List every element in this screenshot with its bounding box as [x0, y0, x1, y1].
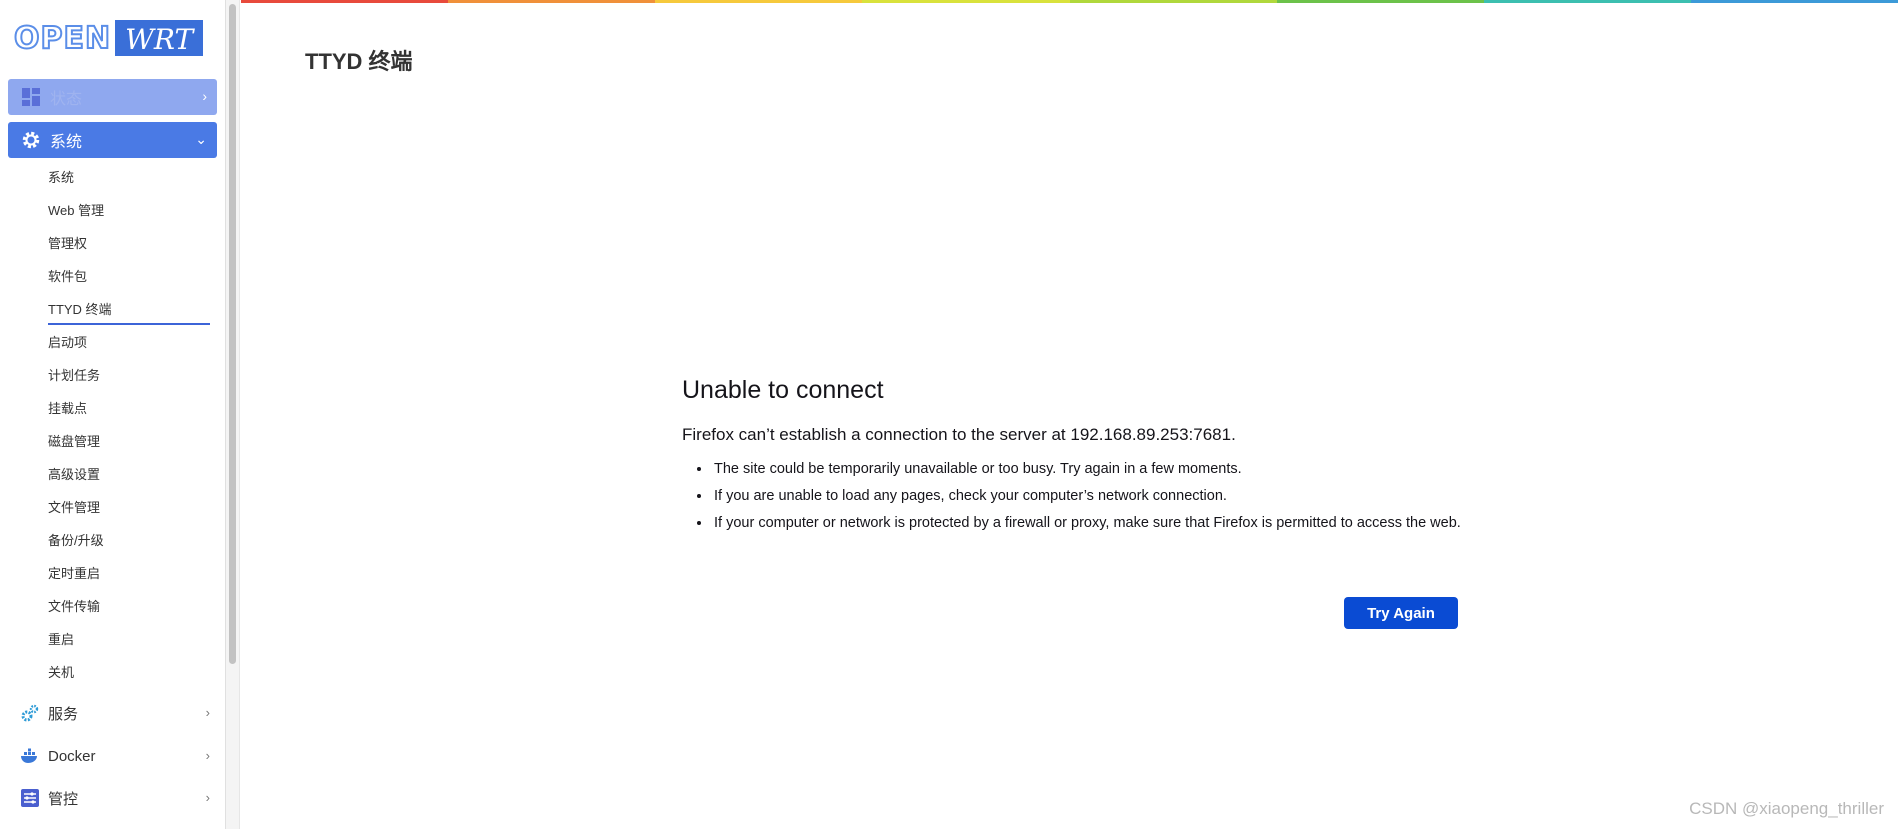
- rainbow-segment: [1069, 0, 1277, 3]
- subnav-item-system[interactable]: 系统: [48, 166, 210, 199]
- openwrt-logo[interactable]: OPEN WRT: [13, 20, 204, 57]
- subnav-item-scheduled-reboot[interactable]: 定时重启: [48, 562, 210, 595]
- gear-icon: [20, 129, 42, 151]
- subnav-item-disk-management[interactable]: 磁盘管理: [48, 430, 210, 463]
- scrollbar-thumb[interactable]: [229, 4, 236, 664]
- subnav-item-backup-upgrade[interactable]: 备份/升级: [48, 529, 210, 562]
- rainbow-segment: [241, 0, 449, 3]
- error-title: Unable to connect: [682, 376, 884, 404]
- error-suggestion-item: The site could be temporarily unavailabl…: [712, 460, 1462, 479]
- nav-system[interactable]: 系统 ⌄: [8, 122, 217, 158]
- chevron-right-icon: ›: [205, 790, 210, 805]
- nav-system-label: 系统: [50, 134, 83, 151]
- error-suggestion-item: If your computer or network is protected…: [712, 514, 1462, 533]
- nav-services-label: 服务: [48, 705, 79, 723]
- subnav-item-scheduled-tasks[interactable]: 计划任务: [48, 364, 210, 397]
- nav-control[interactable]: 管控 ›: [20, 783, 210, 813]
- subnav-item-admin-rights[interactable]: 管理权: [48, 232, 210, 265]
- page-title: TTYD 终端: [305, 49, 413, 74]
- try-again-button[interactable]: Try Again: [1344, 597, 1458, 629]
- chevron-right-icon: ›: [202, 88, 207, 104]
- services-gears-icon: [20, 703, 40, 723]
- nav-docker-label: Docker: [48, 747, 96, 765]
- subnav-item-mount-points[interactable]: 挂载点: [48, 397, 210, 430]
- chevron-right-icon: ›: [205, 748, 210, 763]
- subnav-item-web-admin[interactable]: Web 管理: [48, 199, 210, 232]
- subnav-item-shutdown[interactable]: 关机: [48, 661, 210, 694]
- nav-status-label: 状态: [50, 91, 83, 108]
- system-subnav: 系统 Web 管理 管理权 软件包 TTYD 终端 启动项 计划任务 挂载点 磁…: [48, 166, 210, 694]
- watermark: CSDN @xiaopeng_thriller: [1689, 799, 1884, 818]
- dashboard-icon: [20, 86, 42, 108]
- error-suggestions: The site could be temporarily unavailabl…: [712, 460, 1462, 533]
- control-sliders-icon: [20, 788, 40, 808]
- rainbow-segment: [1483, 0, 1691, 3]
- rainbow-segment: [862, 0, 1070, 3]
- sidebar: OPEN WRT 状态 › 系统 ⌄ 系统 Web 管理 管理权 软件包 TTY…: [0, 0, 240, 829]
- error-description: Firefox can’t establish a connection to …: [682, 425, 1236, 444]
- subnav-item-file-transfer[interactable]: 文件传输: [48, 595, 210, 628]
- rainbow-segment: [1276, 0, 1484, 3]
- connection-error-panel: Unable to connect Firefox can’t establis…: [682, 376, 1462, 629]
- subnav-item-ttyd[interactable]: TTYD 终端: [48, 298, 210, 325]
- chevron-right-icon: ›: [205, 705, 210, 720]
- docker-icon: [20, 746, 40, 766]
- logo-open-text: OPEN: [13, 20, 112, 57]
- subnav-item-file-management[interactable]: 文件管理: [48, 496, 210, 529]
- logo-wrt-text: WRT: [115, 20, 204, 56]
- subnav-item-advanced-settings[interactable]: 高级设置: [48, 463, 210, 496]
- rainbow-segment: [1690, 0, 1898, 3]
- subnav-item-reboot[interactable]: 重启: [48, 628, 210, 661]
- sidebar-scrollbar[interactable]: [225, 0, 239, 829]
- chevron-down-icon: ⌄: [195, 131, 207, 147]
- rainbow-segment: [655, 0, 863, 3]
- subnav-item-software[interactable]: 软件包: [48, 265, 210, 298]
- rainbow-segment: [448, 0, 656, 3]
- nav-docker[interactable]: Docker ›: [20, 741, 210, 771]
- subnav-item-startup[interactable]: 启动项: [48, 331, 210, 364]
- error-suggestion-item: If you are unable to load any pages, che…: [712, 487, 1462, 506]
- nav-services[interactable]: 服务 ›: [20, 698, 210, 728]
- nav-control-label: 管控: [48, 790, 79, 808]
- rainbow-top-bar: [241, 0, 1898, 3]
- nav-status[interactable]: 状态 ›: [8, 79, 217, 115]
